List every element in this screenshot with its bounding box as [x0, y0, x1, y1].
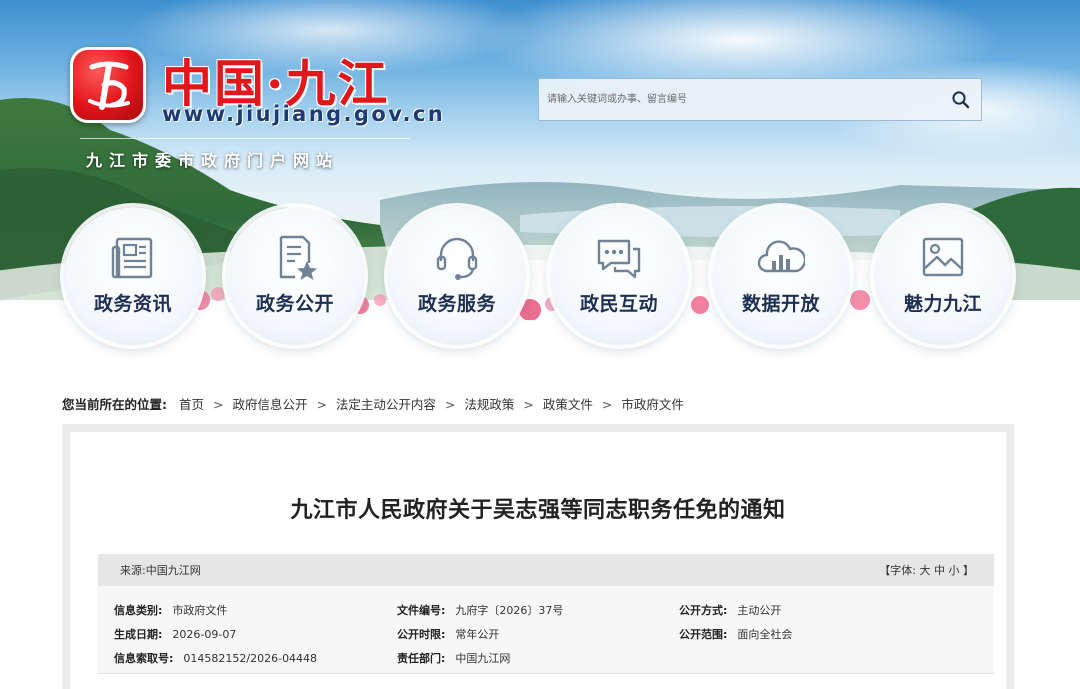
- main-nav: 政务资讯 政务公开 政务服务 政民互动 数据开放 魅力九江: [64, 207, 1014, 347]
- nav-label: 政务公开: [255, 293, 334, 315]
- meta-key: 信息索取号:: [114, 652, 174, 665]
- nav-item-interaction[interactable]: 政民互动: [550, 207, 688, 345]
- meta-key: 生成日期:: [114, 628, 163, 641]
- cloud-chart-icon: [757, 240, 805, 273]
- logo-divider: [80, 138, 410, 139]
- nav-label: 政民互动: [579, 293, 658, 315]
- newspaper-icon: [111, 237, 153, 279]
- article-source: 来源:中国九江网: [120, 562, 201, 578]
- nav-item-data[interactable]: 数据开放: [712, 207, 850, 345]
- meta-dept: 责任部门: 中国九江网: [397, 650, 510, 666]
- breadcrumb: 您当前所在的位置: 首页 > 政府信息公开 > 法定主动公开内容 > 法规政策 …: [62, 394, 684, 413]
- font-size-label: 字体:: [890, 564, 916, 577]
- meta-key: 公开方式:: [679, 604, 728, 617]
- breadcrumb-city-docs[interactable]: 市政府文件: [621, 397, 684, 412]
- meta-index: 信息索取号: 014582152/2026-04448: [114, 650, 317, 666]
- breadcrumb-separator: >: [316, 397, 327, 412]
- meta-category: 信息类别: 市政府文件: [114, 602, 227, 618]
- font-size-medium-button[interactable]: 中: [934, 564, 945, 577]
- meta-doc-number: 文件编号: 九府字〔2026〕37号: [397, 602, 563, 618]
- meta-value: 面向全社会: [737, 628, 793, 641]
- breadcrumb-gov-info[interactable]: 政府信息公开: [232, 397, 307, 412]
- nav-label: 魅力九江: [903, 293, 982, 315]
- nav-item-public[interactable]: 政务公开: [226, 207, 364, 345]
- search-button[interactable]: [941, 79, 981, 120]
- meta-value: 市政府文件: [172, 604, 228, 617]
- meta-scope: 公开范围: 面向全社会: [679, 626, 792, 642]
- source-value: 中国九江网: [145, 564, 201, 577]
- document-star-icon: [279, 235, 317, 280]
- meta-value: 主动公开: [737, 604, 782, 617]
- nav-label: 数据开放: [741, 293, 820, 315]
- search-icon: [952, 90, 970, 108]
- site-url: www.jiujiang.gov.cn: [162, 102, 446, 126]
- meta-key: 文件编号:: [397, 604, 446, 617]
- breadcrumb-separator: >: [212, 397, 224, 412]
- font-size-small-button[interactable]: 小: [949, 564, 960, 577]
- meta-value: 常年公开: [455, 628, 500, 641]
- font-bracket-close: 】: [963, 564, 974, 577]
- meta-method: 公开方式: 主动公开: [679, 602, 781, 618]
- document-meta: 信息类别: 市政府文件 生成日期: 2026-09-07 信息索取号: 0145821…: [98, 586, 994, 674]
- nav-item-news[interactable]: 政务资讯: [64, 207, 202, 345]
- breadcrumb-regulations[interactable]: 法规政策: [464, 397, 514, 412]
- site-subtitle: 九江市委市政府门户网站: [86, 151, 340, 170]
- meta-value: 014582152/2026-04448: [183, 652, 318, 665]
- chat-bubbles-icon: [597, 239, 641, 279]
- nav-label: 政务资讯: [93, 293, 172, 315]
- meta-value: 九府字〔2026〕37号: [455, 604, 564, 617]
- search-input[interactable]: [539, 79, 941, 120]
- nav-item-service[interactable]: 政务服务: [388, 207, 526, 345]
- image-icon: [922, 237, 964, 277]
- meta-period: 公开时限: 常年公开: [397, 626, 499, 642]
- content-frame: 九江市人民政府关于吴志强等同志职务任免的通知 来源:中国九江网 【字体: 大 中…: [62, 424, 1014, 689]
- breadcrumb-home[interactable]: 首页: [179, 397, 204, 412]
- source-bar: 来源:中国九江网 【字体: 大 中 小 】: [98, 554, 994, 586]
- breadcrumb-separator: >: [523, 397, 534, 412]
- article-title: 九江市人民政府关于吴志强等同志职务任免的通知: [290, 498, 786, 523]
- search-box: [538, 78, 982, 121]
- breadcrumb-policy-docs[interactable]: 政策文件: [543, 397, 593, 412]
- meta-value: 中国九江网: [455, 652, 511, 665]
- meta-value: 2026-09-07: [172, 628, 237, 641]
- font-bracket-open: 【: [879, 564, 891, 577]
- site-logo-icon[interactable]: [70, 47, 146, 123]
- breadcrumb-statutory[interactable]: 法定主动公开内容: [336, 397, 436, 412]
- meta-key: 公开范围:: [679, 628, 728, 641]
- meta-date: 生成日期: 2026-09-07: [114, 626, 236, 642]
- breadcrumb-label: 您当前所在的位置:: [62, 397, 167, 412]
- headset-icon: [436, 237, 478, 280]
- breadcrumb-separator: >: [444, 397, 456, 412]
- meta-key: 公开时限:: [397, 628, 446, 641]
- font-size-large-button[interactable]: 大: [920, 564, 931, 577]
- header-banner: 中国·九江 www.jiujiang.gov.cn 九江市委市政府门户网站 政务…: [0, 0, 1080, 370]
- breadcrumb-separator: >: [601, 397, 613, 412]
- meta-key: 信息类别:: [114, 604, 163, 617]
- font-size-control: 【字体: 大 中 小 】: [879, 562, 974, 578]
- meta-key: 责任部门:: [397, 652, 446, 665]
- source-label: 来源:: [120, 564, 146, 577]
- nav-label: 政务服务: [417, 293, 496, 315]
- article-panel: 九江市人民政府关于吴志强等同志职务任免的通知 来源:中国九江网 【字体: 大 中…: [70, 432, 1006, 689]
- nav-item-charm[interactable]: 魅力九江: [874, 207, 1012, 345]
